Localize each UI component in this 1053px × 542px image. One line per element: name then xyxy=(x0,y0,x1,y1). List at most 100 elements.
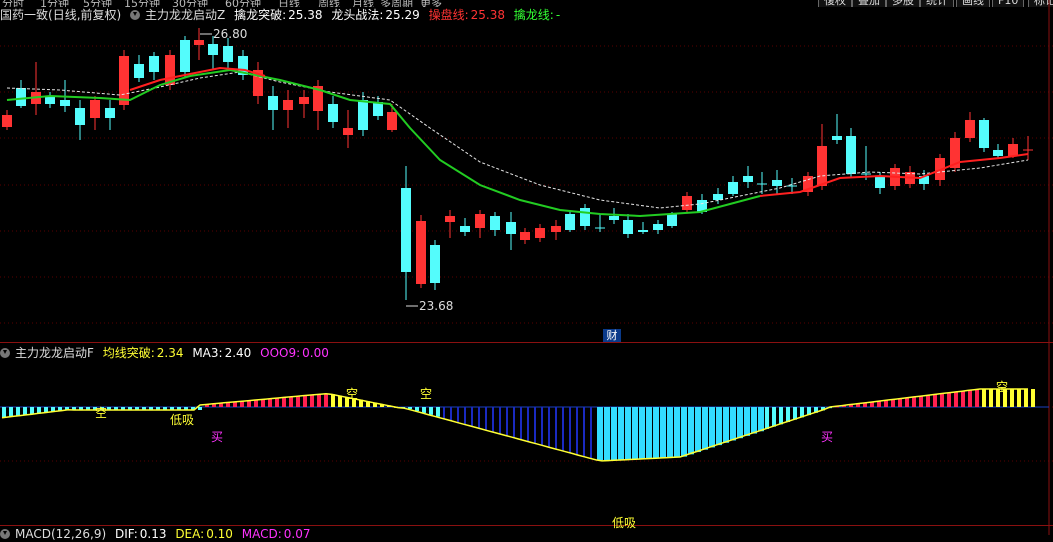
sub-histogram-bar xyxy=(744,407,750,436)
finance-badge[interactable]: 财 xyxy=(603,329,621,342)
sub-histogram-bar xyxy=(919,396,923,407)
sub-histogram-bar xyxy=(758,407,764,432)
sub-histogram-bar xyxy=(940,393,944,407)
sub-histogram-bar xyxy=(688,407,694,455)
sub-histogram-bar xyxy=(324,393,328,407)
sub-histogram-bar xyxy=(282,397,286,407)
candle-body xyxy=(343,128,353,135)
sub-histogram-bar xyxy=(765,407,769,429)
sub-histogram-bar xyxy=(968,390,972,407)
sub-histogram-bar xyxy=(695,407,701,453)
sub-histogram-bar xyxy=(576,407,578,455)
candle-body xyxy=(60,100,70,106)
candle-body xyxy=(623,220,633,234)
sub-histogram-bar xyxy=(16,407,20,417)
sub-histogram-bar xyxy=(891,399,895,407)
candle-body xyxy=(328,104,338,122)
sub-histogram-bar xyxy=(681,407,687,457)
candle-body xyxy=(1008,144,1018,156)
sub-histogram-bar xyxy=(947,392,951,407)
sub-histogram-bar xyxy=(296,396,300,407)
candle-body xyxy=(149,56,159,72)
sub-histogram-bar xyxy=(723,407,729,443)
candle-body xyxy=(743,176,753,182)
candle-body xyxy=(180,40,190,72)
mai-signal-1: 买 xyxy=(211,430,224,444)
candle-body xyxy=(45,97,55,104)
sub-histogram-bar xyxy=(520,407,522,440)
candle-body xyxy=(993,150,1003,156)
candle-body xyxy=(208,44,218,55)
candle-body xyxy=(713,194,723,200)
sub-histogram-bar xyxy=(23,407,27,416)
candle-body xyxy=(490,216,500,230)
candle-body xyxy=(506,222,516,234)
candle-body xyxy=(832,136,842,140)
candle-body xyxy=(520,232,530,240)
sub-histogram-bar xyxy=(555,407,557,449)
sub-histogram-bar xyxy=(471,407,473,427)
sub-histogram-bar xyxy=(597,407,603,461)
sub-histogram-bar xyxy=(583,407,585,457)
candle-body xyxy=(535,228,545,238)
sub-histogram-bar xyxy=(653,407,659,459)
sub-histogram-bar xyxy=(303,395,307,407)
candle-body xyxy=(565,214,575,230)
sub-histogram-bar xyxy=(268,398,272,407)
sub-histogram-bar xyxy=(632,407,638,460)
candle-body xyxy=(638,230,648,232)
sub-histogram-bar xyxy=(898,398,902,407)
sub-histogram-bar xyxy=(562,407,564,451)
sub-histogram-bar xyxy=(786,407,790,423)
candle-body xyxy=(965,120,975,138)
candle-body xyxy=(979,120,989,148)
candle-body xyxy=(430,245,440,283)
candle-body xyxy=(223,46,233,62)
sub-histogram-bar xyxy=(975,389,979,407)
sub-histogram-bar xyxy=(1017,389,1021,407)
sub-histogram-bar xyxy=(618,407,624,461)
sub-histogram-bar xyxy=(933,394,937,407)
candle-body xyxy=(387,112,397,130)
candle-body xyxy=(772,180,782,186)
sub-histogram-bar xyxy=(254,400,258,407)
sub-histogram-bar xyxy=(436,407,440,417)
sub-histogram-bar xyxy=(625,407,631,460)
candle-body xyxy=(358,100,368,130)
candle-body xyxy=(551,226,561,232)
candle-body xyxy=(460,226,470,232)
sub-histogram-bar xyxy=(240,401,244,407)
kong-signal-2: 空 xyxy=(346,387,359,401)
candle-body xyxy=(875,176,885,188)
mai-signal-2: 买 xyxy=(821,430,834,444)
sub-histogram-bar xyxy=(478,407,480,429)
sub-histogram-bar xyxy=(639,407,645,460)
sub-histogram-bar xyxy=(989,389,993,407)
sub-histogram-bar xyxy=(527,407,529,442)
sub-histogram-bar xyxy=(450,407,452,421)
sub-histogram-bar xyxy=(506,407,508,436)
sub-histogram-bar xyxy=(569,407,571,453)
kline-chart[interactable] xyxy=(0,0,1053,535)
sub-histogram-bar xyxy=(884,400,888,407)
kong-signal-3: 空 xyxy=(420,387,433,401)
sub-histogram-bar xyxy=(485,407,487,430)
sub-histogram-bar xyxy=(9,407,13,417)
sub-histogram-bar xyxy=(492,407,494,432)
dixi-signal-2: 低吸 xyxy=(612,516,637,530)
sub-histogram-bar xyxy=(198,407,202,410)
sub-histogram-bar xyxy=(338,395,342,407)
kong-signal-4: 空 xyxy=(996,380,1009,394)
dixi-signal-1: 低吸 xyxy=(170,413,195,427)
sub-histogram-bar xyxy=(674,407,680,458)
sub-histogram-bar xyxy=(905,398,909,407)
candle-body xyxy=(16,88,26,106)
sub-histogram-bar xyxy=(310,395,314,407)
sub-histogram-bar xyxy=(317,394,321,407)
candle-body xyxy=(817,146,827,186)
sub-histogram-bar xyxy=(443,407,445,419)
sub-histogram-bar xyxy=(275,398,279,407)
sub-histogram-bar xyxy=(730,407,736,441)
candle-body xyxy=(268,96,278,110)
candle-body xyxy=(728,182,738,194)
